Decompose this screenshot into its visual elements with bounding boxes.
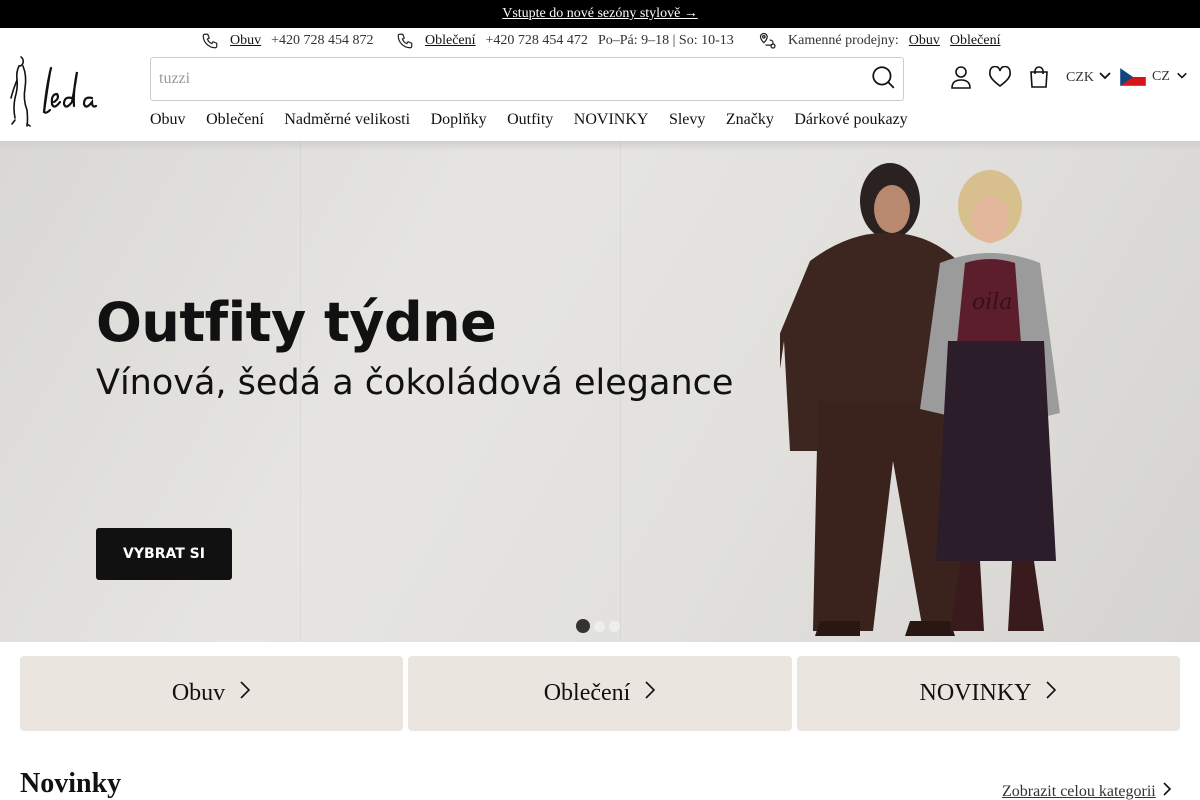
currency-selector[interactable]: CZK (1066, 68, 1112, 87)
stores-clothes-link[interactable]: Oblečení (950, 33, 1001, 49)
category-label: Obuv (171, 680, 226, 706)
user-icon (949, 64, 973, 95)
category-label: Oblečení (543, 680, 631, 706)
phone-icon (395, 31, 415, 51)
view-category-link[interactable]: Zobrazit celou kategorii (1002, 781, 1172, 800)
stores-label: Kamenné prodejny: (788, 33, 899, 48)
opening-hours: Po–Pá: 9–18 | So: 10-13 (597, 33, 734, 48)
clothes-contact-link[interactable]: Oblečení (425, 33, 476, 49)
language-value: CZ (1152, 69, 1170, 84)
shoes-contact-link[interactable]: Obuv (230, 33, 261, 49)
nav-item-znacky[interactable]: Značky (726, 110, 774, 130)
wishlist-button[interactable] (983, 62, 1017, 96)
header-actions (944, 62, 1061, 96)
nav-item-darkove-poukazy[interactable]: Dárkové poukazy (794, 110, 907, 130)
search-bar (150, 57, 904, 101)
hero-subtitle: Vínová, šedá a čokoládová elegance (96, 363, 734, 403)
section-title: Novinky (20, 768, 122, 799)
svg-text:oila: oila (972, 290, 1012, 315)
search-input[interactable] (151, 59, 863, 99)
header-shadow (0, 141, 1200, 151)
announcement-bar: Vstupte do nové sezóny stylově → (0, 0, 1200, 28)
search-icon (870, 64, 896, 95)
nav-item-doplnky[interactable]: Doplňky (431, 110, 487, 130)
carousel-dots (576, 619, 620, 633)
currency-value: CZK (1066, 69, 1094, 85)
stores-shoes-link[interactable]: Obuv (909, 33, 940, 49)
clothes-phone[interactable]: +420 728 454 472 (486, 33, 588, 49)
hero-banner[interactable]: Outfity týdne Vínová, šedá a čokoládová … (0, 141, 1200, 642)
chevron-right-icon (1045, 680, 1057, 707)
chevron-right-icon (239, 680, 251, 707)
czech-flag-icon (1119, 67, 1147, 87)
shoes-contact: Obuv +420 728 454 872 (200, 31, 374, 51)
chevron-right-icon (644, 680, 656, 707)
nav-item-nadmerne-velikosti[interactable]: Nadměrné velikosti (284, 110, 410, 130)
cart-button[interactable] (1022, 62, 1056, 96)
category-label: NOVINKY (919, 680, 1032, 706)
carousel-dot-3[interactable] (609, 620, 620, 632)
shoes-phone[interactable]: +420 728 454 872 (271, 33, 373, 49)
category-tile-obleceni[interactable]: Oblečení (408, 656, 792, 731)
chevron-down-icon (1176, 69, 1188, 86)
phone-icon (200, 31, 220, 51)
shopping-bag-icon (1028, 65, 1050, 94)
search-button[interactable] (863, 59, 903, 99)
stores: Kamenné prodejny: Obuv Oblečení (758, 31, 1000, 51)
location-pin-icon (758, 31, 778, 51)
announcement-link[interactable]: Vstupte do nové sezóny stylově → (502, 6, 698, 22)
nav-item-obuv[interactable]: Obuv (150, 110, 186, 130)
language-selector[interactable]: CZ (1119, 67, 1188, 87)
chevron-down-icon (1098, 68, 1112, 87)
nav-item-obleceni[interactable]: Oblečení (206, 110, 264, 130)
contact-bar: Obuv +420 728 454 872 Oblečení +420 728 … (0, 28, 1200, 52)
category-tile-obuv[interactable]: Obuv (20, 656, 403, 731)
nav-item-slevy[interactable]: Slevy (669, 110, 705, 130)
view-category-label: Zobrazit celou kategorii (1002, 782, 1156, 800)
heart-icon (988, 65, 1012, 93)
hero-title: Outfity týdne (96, 291, 497, 354)
carousel-dot-2[interactable] (594, 620, 605, 632)
nav-item-outfity[interactable]: Outfity (507, 110, 553, 130)
carousel-dot-1[interactable] (576, 619, 590, 633)
site-logo[interactable] (8, 54, 104, 130)
main-navigation: Obuv Oblečení Nadměrné velikosti Doplňky… (150, 110, 928, 130)
hero-cta-button[interactable]: VYBRAT SI (96, 528, 232, 580)
chevron-right-icon (1162, 781, 1172, 800)
clothes-contact: Oblečení +420 728 454 472 Po–Pá: 9–18 | … (395, 31, 734, 51)
hero-models-image: oila (780, 163, 1060, 636)
category-tiles: Obuv Oblečení NOVINKY (20, 656, 1180, 731)
nav-item-novinky[interactable]: NOVINKY (574, 110, 649, 130)
account-button[interactable] (944, 62, 978, 96)
category-tile-novinky[interactable]: NOVINKY (797, 656, 1180, 731)
